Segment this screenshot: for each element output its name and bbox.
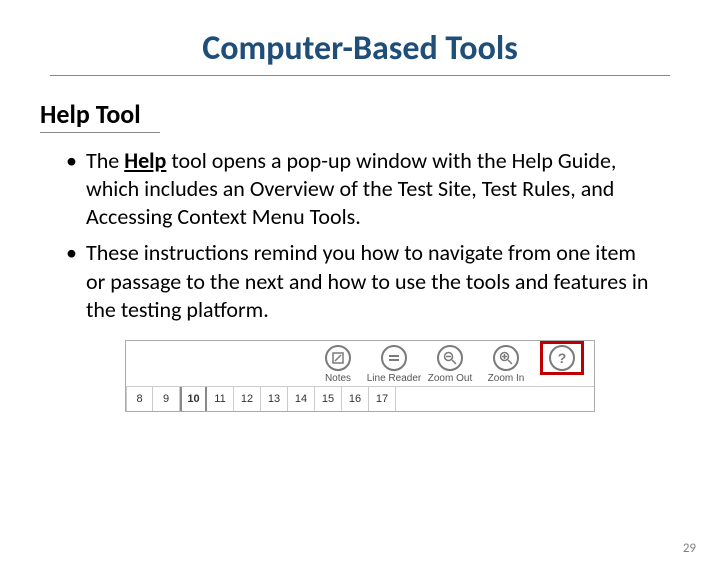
help-tool[interactable]: ? [534,345,590,384]
bullet-item: These instructions remind you how to nav… [64,239,656,323]
zoom-out-tool[interactable]: Zoom Out [422,345,478,384]
zoom-in-icon [493,345,519,371]
section-subtitle: Help Tool [40,98,720,130]
help-keyword: Help [124,147,166,174]
page-number: 29 [683,541,696,556]
notes-tool[interactable]: Notes [310,345,366,384]
question-number-row: 8 9 10 11 12 13 14 15 16 17 [126,386,594,411]
bullet-list: The Help tool opens a pop-up window with… [64,147,656,324]
bullet-text: These instructions remind you how to nav… [86,239,648,322]
question-number[interactable]: 12 [234,387,261,411]
line-reader-tool[interactable]: Line Reader [366,345,422,384]
slide-title: Computer-Based Tools [0,28,720,69]
bullet-text: tool opens a pop-up window with the Help… [86,147,616,230]
question-number[interactable]: 9 [153,387,180,411]
tool-label: Zoom In [478,373,534,384]
title-underline [50,75,670,76]
bullet-text: The [86,147,124,174]
question-number[interactable]: 13 [261,387,288,411]
tool-label: Zoom Out [422,373,478,384]
help-icon: ? [549,345,575,371]
line-reader-icon [381,345,407,371]
toolbar-screenshot: Notes Line Reader Zoom Out Zoom In ? [125,340,595,412]
zoom-in-tool[interactable]: Zoom In [478,345,534,384]
question-number[interactable]: 14 [288,387,315,411]
help-glyph: ? [558,350,567,366]
zoom-out-icon [437,345,463,371]
bullet-item: The Help tool opens a pop-up window with… [64,147,656,231]
question-number[interactable]: 16 [342,387,369,411]
notes-icon [325,345,351,371]
tool-label: Notes [310,373,366,384]
question-number[interactable]: 8 [126,387,153,411]
question-number[interactable]: 11 [207,387,234,411]
subtitle-underline [40,132,160,133]
question-number[interactable]: 15 [315,387,342,411]
toolbar-row: Notes Line Reader Zoom Out Zoom In ? [126,341,594,386]
tool-label: Line Reader [366,373,422,384]
question-number[interactable]: 17 [369,387,396,411]
question-number-active[interactable]: 10 [180,387,207,411]
